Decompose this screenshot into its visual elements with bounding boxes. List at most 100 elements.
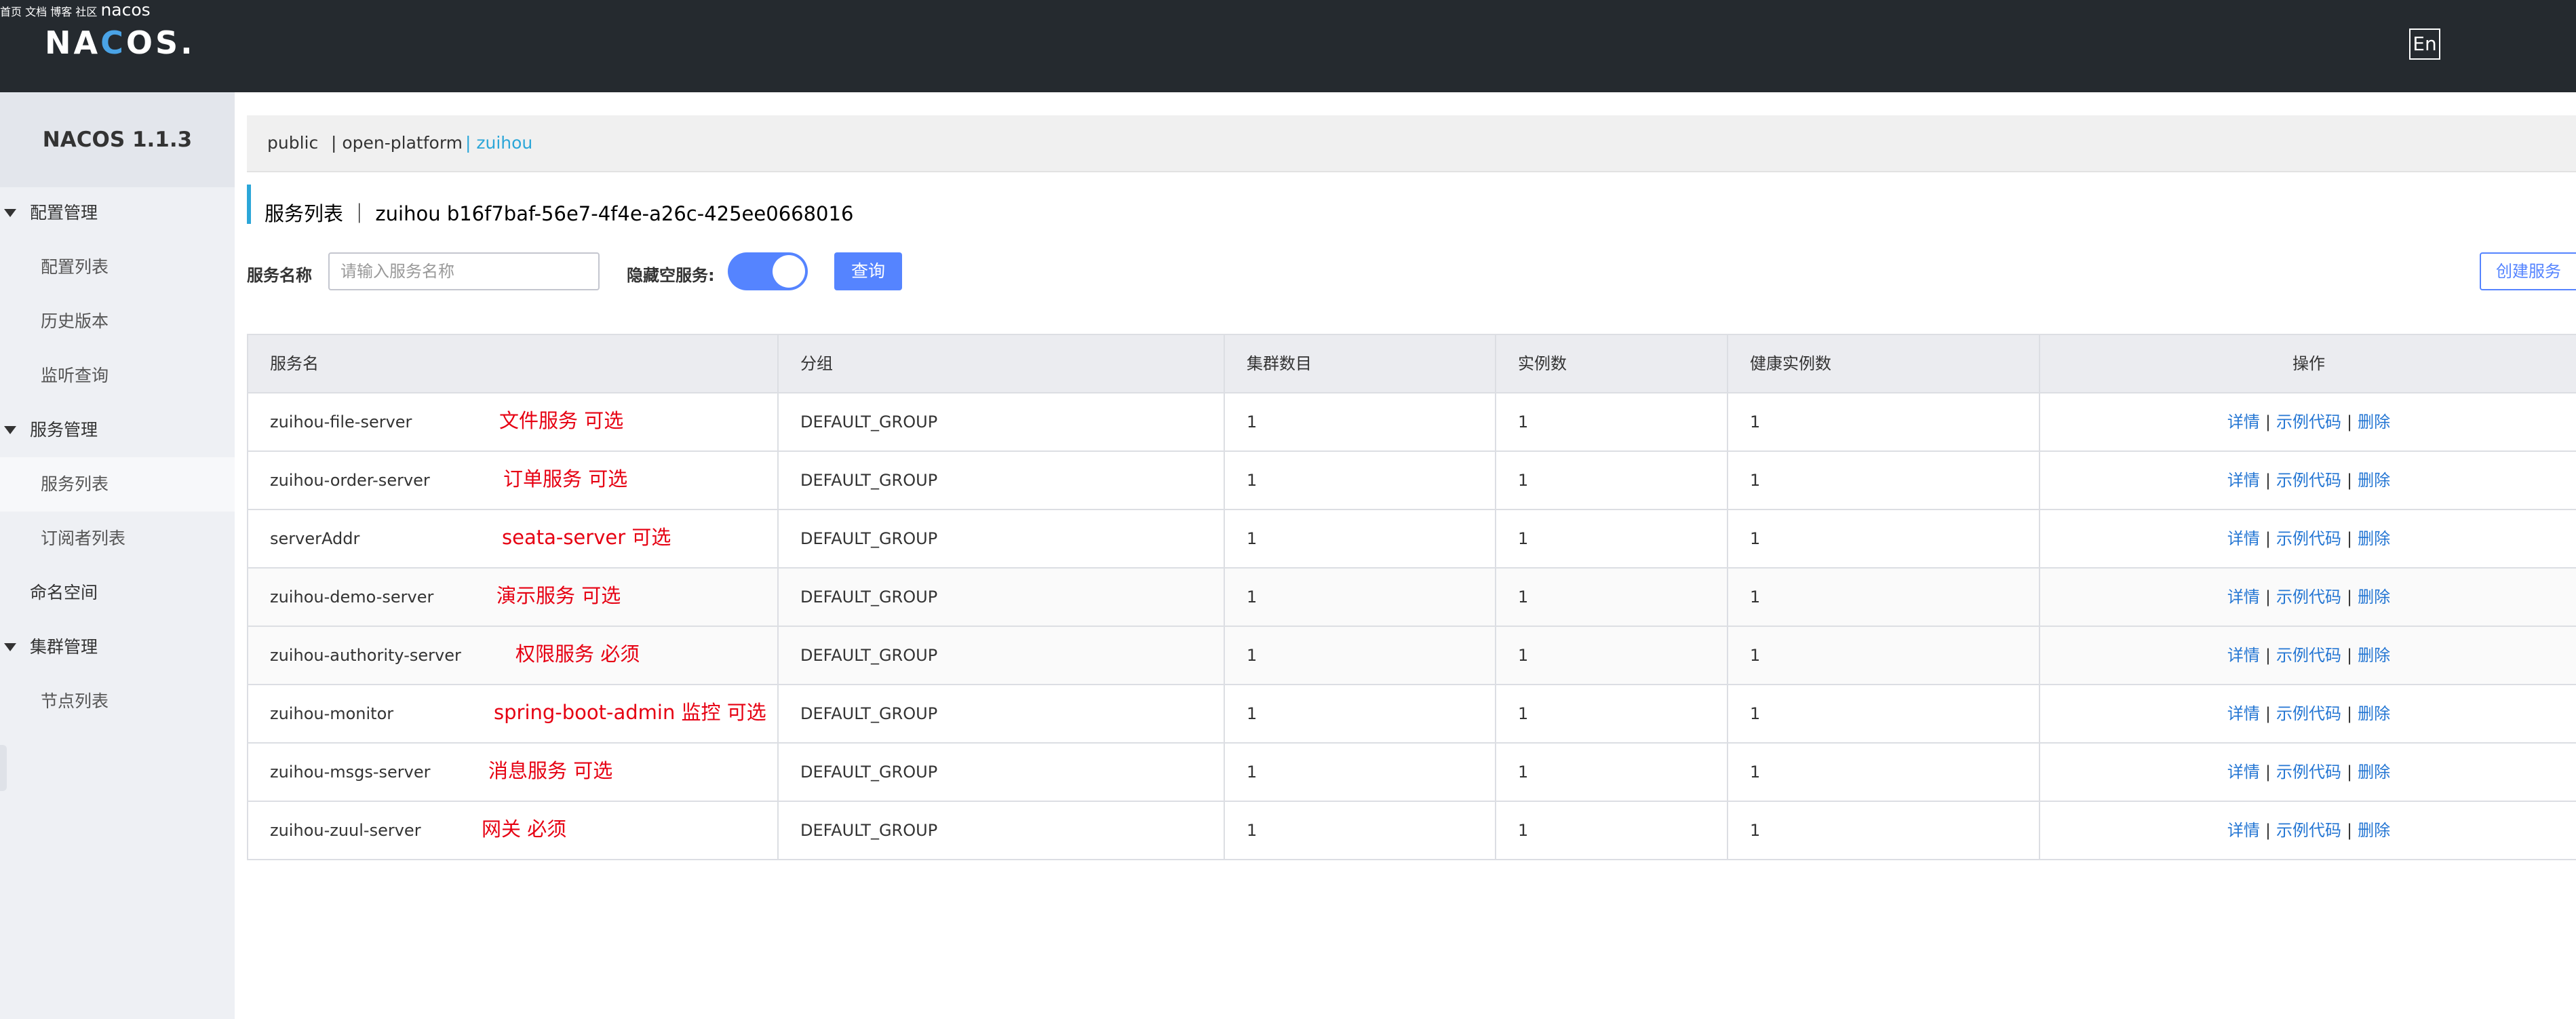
service-annotation: 文件服务 可选 (499, 409, 624, 432)
instance-count-cell: 1 (1496, 685, 1728, 742)
sidebar-item[interactable]: 配置列表 (0, 240, 235, 294)
namespace-open-platform[interactable]: | open-platform (331, 133, 463, 153)
create-service-button[interactable]: 创建服务 (2480, 252, 2576, 290)
cluster-count-cell: 1 (1225, 627, 1496, 684)
nav-home[interactable]: 首页 (0, 5, 22, 18)
service-annotation: seata-server 可选 (502, 526, 671, 549)
sidebar-item-label: 命名空间 (30, 583, 98, 602)
group-cell: DEFAULT_GROUP (779, 627, 1225, 684)
delete-link[interactable]: 删除 (2358, 763, 2390, 782)
sidebar-item[interactable]: 监听查询 (0, 349, 235, 403)
healthy-count-cell: 1 (1728, 452, 2040, 509)
service-name-input[interactable] (328, 252, 600, 290)
caret-down-icon (4, 643, 16, 651)
details-link[interactable]: 详情 (2227, 646, 2260, 665)
service-annotation: spring-boot-admin 监控 可选 (494, 701, 766, 724)
healthy-count-cell: 1 (1728, 569, 2040, 626)
logo-mark: C (100, 24, 126, 61)
action-separator: | (2265, 821, 2271, 840)
group-cell: DEFAULT_GROUP (779, 393, 1225, 450)
delete-link[interactable]: 删除 (2358, 588, 2390, 607)
sidebar-item[interactable]: 订阅者列表 (0, 512, 235, 566)
query-button[interactable]: 查询 (834, 252, 902, 290)
nacos-logo[interactable]: NACOS. (45, 24, 195, 61)
details-link[interactable]: 详情 (2227, 821, 2260, 840)
hide-empty-toggle[interactable] (728, 252, 808, 290)
delete-link[interactable]: 删除 (2358, 704, 2390, 723)
sample-code-link[interactable]: 示例代码 (2276, 529, 2341, 548)
details-link[interactable]: 详情 (2227, 529, 2260, 548)
sample-code-link[interactable]: 示例代码 (2276, 412, 2341, 431)
sidebar-item-label: 集群管理 (30, 637, 98, 657)
namespace-public[interactable]: public (267, 133, 318, 153)
healthy-count-cell: 1 (1728, 510, 2040, 567)
delete-link[interactable]: 删除 (2358, 646, 2390, 665)
instance-count-cell: 1 (1496, 569, 1728, 626)
sidebar-item-label: 订阅者列表 (41, 528, 126, 548)
actions-cell: 详情 | 示例代码 | 删除 (2040, 685, 2576, 742)
action-separator: | (2347, 412, 2353, 431)
nav-blog[interactable]: 博客 (50, 5, 72, 18)
language-switch[interactable]: En (2409, 28, 2440, 60)
details-link[interactable]: 详情 (2227, 471, 2260, 490)
nav-docs[interactable]: 文档 (25, 5, 47, 18)
sample-code-link[interactable]: 示例代码 (2276, 704, 2341, 723)
sidebar-collapse-handle[interactable] (0, 745, 7, 791)
nav-community[interactable]: 社区 (75, 5, 97, 18)
action-separator: | (2265, 763, 2271, 782)
service-name-cell: zuihou-authority-server (248, 627, 779, 684)
delete-link[interactable]: 删除 (2358, 412, 2390, 431)
namespace-zuihou[interactable]: | zuihou (465, 133, 532, 153)
sidebar-item[interactable]: 节点列表 (0, 674, 235, 729)
details-link[interactable]: 详情 (2227, 588, 2260, 607)
service-annotation: 消息服务 可选 (488, 759, 613, 782)
sidebar-item[interactable]: 历史版本 (0, 294, 235, 349)
action-separator: | (2265, 529, 2271, 548)
table-row: zuihou-authority-server DEFAULT_GROUP 1 1 1 权… (248, 627, 2576, 685)
sidebar-item[interactable]: 命名空间 (0, 566, 235, 620)
sidebar-item-label: 配置管理 (30, 203, 98, 223)
sample-code-link[interactable]: 示例代码 (2276, 646, 2341, 665)
sidebar-item[interactable]: 服务列表 (0, 457, 235, 512)
delete-link[interactable]: 删除 (2358, 529, 2390, 548)
toggle-knob (773, 255, 805, 288)
sidebar-item[interactable]: 配置管理 (0, 186, 235, 240)
cluster-count-cell: 1 (1225, 393, 1496, 450)
sample-code-link[interactable]: 示例代码 (2276, 763, 2341, 782)
service-annotation: 网关 必须 (482, 818, 567, 841)
action-separator: | (2347, 704, 2353, 723)
column-header-service-name: 服务名 (248, 335, 779, 392)
column-header-cluster-count: 集群数目 (1225, 335, 1496, 392)
namespace-bar: public | open-platform | zuihou (247, 115, 2576, 172)
sample-code-link[interactable]: 示例代码 (2276, 821, 2341, 840)
sidebar-item[interactable]: 服务管理 (0, 403, 235, 457)
actions-cell: 详情 | 示例代码 | 删除 (2040, 802, 2576, 859)
service-name-label: 服务名称 (247, 266, 312, 285)
details-link[interactable]: 详情 (2227, 704, 2260, 723)
logo-text-end: OS. (125, 24, 195, 61)
actions-cell: 详情 | 示例代码 | 删除 (2040, 452, 2576, 509)
sample-code-link[interactable]: 示例代码 (2276, 471, 2341, 490)
group-cell: DEFAULT_GROUP (779, 569, 1225, 626)
service-annotation: 订单服务 可选 (503, 467, 628, 491)
actions-cell: 详情 | 示例代码 | 删除 (2040, 393, 2576, 450)
sidebar-item[interactable]: 集群管理 (0, 620, 235, 674)
details-link[interactable]: 详情 (2227, 763, 2260, 782)
cluster-count-cell: 1 (1225, 569, 1496, 626)
caret-down-icon (4, 426, 16, 434)
sidebar-item-label: 历史版本 (41, 311, 109, 331)
delete-link[interactable]: 删除 (2358, 471, 2390, 490)
instance-count-cell: 1 (1496, 744, 1728, 801)
column-header-instance-count: 实例数 (1496, 335, 1728, 392)
cluster-count-cell: 1 (1225, 744, 1496, 801)
details-link[interactable]: 详情 (2227, 412, 2260, 431)
cluster-count-cell: 1 (1225, 685, 1496, 742)
table-row: serverAddr DEFAULT_GROUP 1 1 1 seata-server 可… (248, 510, 2576, 569)
instance-count-cell: 1 (1496, 393, 1728, 450)
delete-link[interactable]: 删除 (2358, 821, 2390, 840)
sample-code-link[interactable]: 示例代码 (2276, 588, 2341, 607)
sidebar-item-label: 监听查询 (41, 366, 109, 385)
actions-cell: 详情 | 示例代码 | 删除 (2040, 569, 2576, 626)
action-separator: | (2265, 471, 2271, 490)
user-name[interactable]: nacos (100, 0, 150, 20)
